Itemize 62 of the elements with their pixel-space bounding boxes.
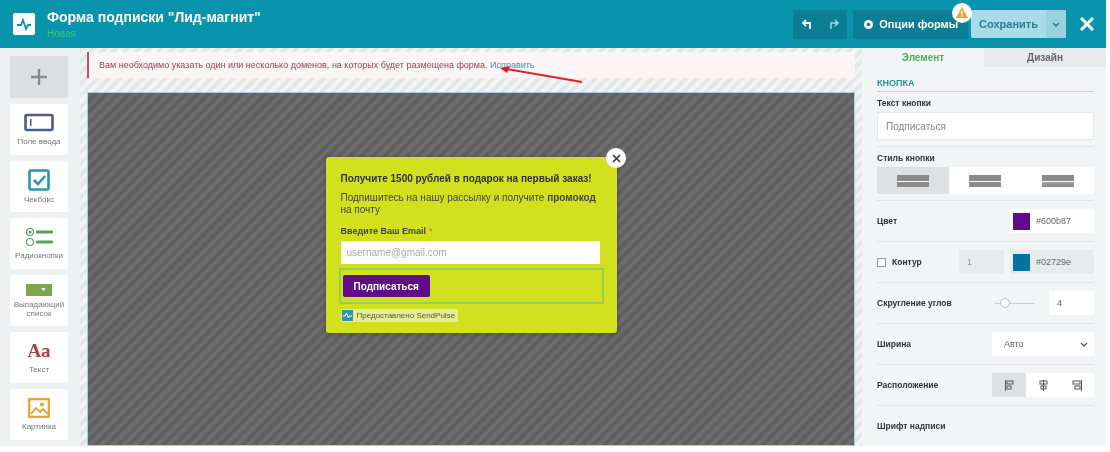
add-button[interactable]: [10, 56, 68, 98]
color-field[interactable]: #600b87: [1010, 209, 1094, 233]
panel-tab[interactable]: Дизайн: [984, 48, 1106, 67]
popup-title: Получите 1500 рублей в подарок на первый заказ!: [340, 173, 593, 184]
color-value: #02729e: [1036, 257, 1072, 267]
button-text-field[interactable]: Подписаться: [877, 112, 1094, 140]
field-label: Скругление углов: [877, 298, 953, 308]
tool-card[interactable]: Поле ввода: [10, 104, 68, 155]
field-label: Цвет: [877, 216, 899, 226]
tool-card[interactable]: Радиокнопки: [10, 218, 68, 269]
tool-card[interactable]: Чекбокс: [10, 161, 68, 212]
email-label: Введите Ваш Email: [340, 226, 427, 236]
align-left-icon[interactable]: [1003, 379, 1015, 391]
dropdown-icon: [26, 283, 52, 296]
style-option[interactable]: [877, 167, 950, 194]
form-options-button[interactable]: Опции формы: [853, 9, 969, 39]
field-label: Контур: [892, 257, 923, 267]
gear-icon: [863, 18, 875, 30]
credit-badge[interactable]: Предоставлено SendPulse: [340, 309, 459, 322]
notice-text: Вам необходимо указать один или несколько доменов, на которых будет размещена форма. Исправить: [99, 60, 535, 70]
plus-icon: [31, 69, 47, 85]
field-label: Ширина: [877, 339, 913, 349]
field-label: Стиль кнопки: [877, 153, 936, 163]
tool-label: Радиокнопки: [15, 251, 63, 260]
tool-label: Чекбокс: [23, 195, 55, 204]
tool-label: Текст: [28, 365, 50, 374]
radio-list-icon: [25, 227, 53, 247]
tool-label: Выпадающий список: [12, 299, 66, 318]
radius-field[interactable]: 4: [1049, 291, 1094, 315]
text-icon: Aa: [27, 341, 51, 361]
field-label: Шрифт надписи: [877, 421, 947, 431]
input-field-icon: [24, 113, 54, 133]
close-icon[interactable]: [611, 153, 621, 163]
popup-text: Подпишитесь на нашу рассылку и получите промокод на почту: [340, 192, 597, 216]
checkbox-icon: [28, 169, 50, 191]
slider-thumb[interactable]: [1000, 297, 1010, 308]
align-center-icon[interactable]: [1037, 379, 1049, 391]
chevron-icon: [1080, 341, 1088, 347]
image-icon: [28, 398, 50, 418]
width-select[interactable]: Авто: [992, 332, 1094, 356]
color-field[interactable]: #02729e: [1010, 250, 1094, 274]
fix-link[interactable]: Исправить: [490, 60, 535, 70]
color-value: #600b87: [1036, 216, 1072, 226]
checkbox[interactable]: [877, 257, 886, 267]
tool-card[interactable]: Aa Текст: [10, 332, 68, 383]
undo-icon[interactable]: [799, 17, 814, 31]
pulse-logo-icon: [13, 13, 35, 35]
tool-label: Картинка: [21, 422, 57, 431]
tool-card[interactable]: Картинка: [10, 389, 68, 440]
form-title: Форма подписки "Лид-магнит": [47, 9, 262, 25]
field-label: Текст кнопки: [877, 98, 933, 108]
align-right-icon[interactable]: [1071, 379, 1083, 391]
pulse-logo-icon: [341, 310, 353, 321]
field-label: Расположение: [877, 380, 940, 390]
required-mark: *: [429, 226, 433, 236]
caret-icon[interactable]: [1052, 21, 1060, 27]
subscribe-button[interactable]: Подписаться: [342, 275, 430, 297]
tool-card[interactable]: Выпадающий список: [10, 275, 68, 326]
email-field[interactable]: username@gmail.com: [340, 241, 600, 264]
tool-label: Поле ввода: [17, 137, 61, 146]
section-heading: КНОПКА: [877, 67, 1094, 92]
credit-text: Предоставлено SendPulse: [356, 311, 456, 320]
